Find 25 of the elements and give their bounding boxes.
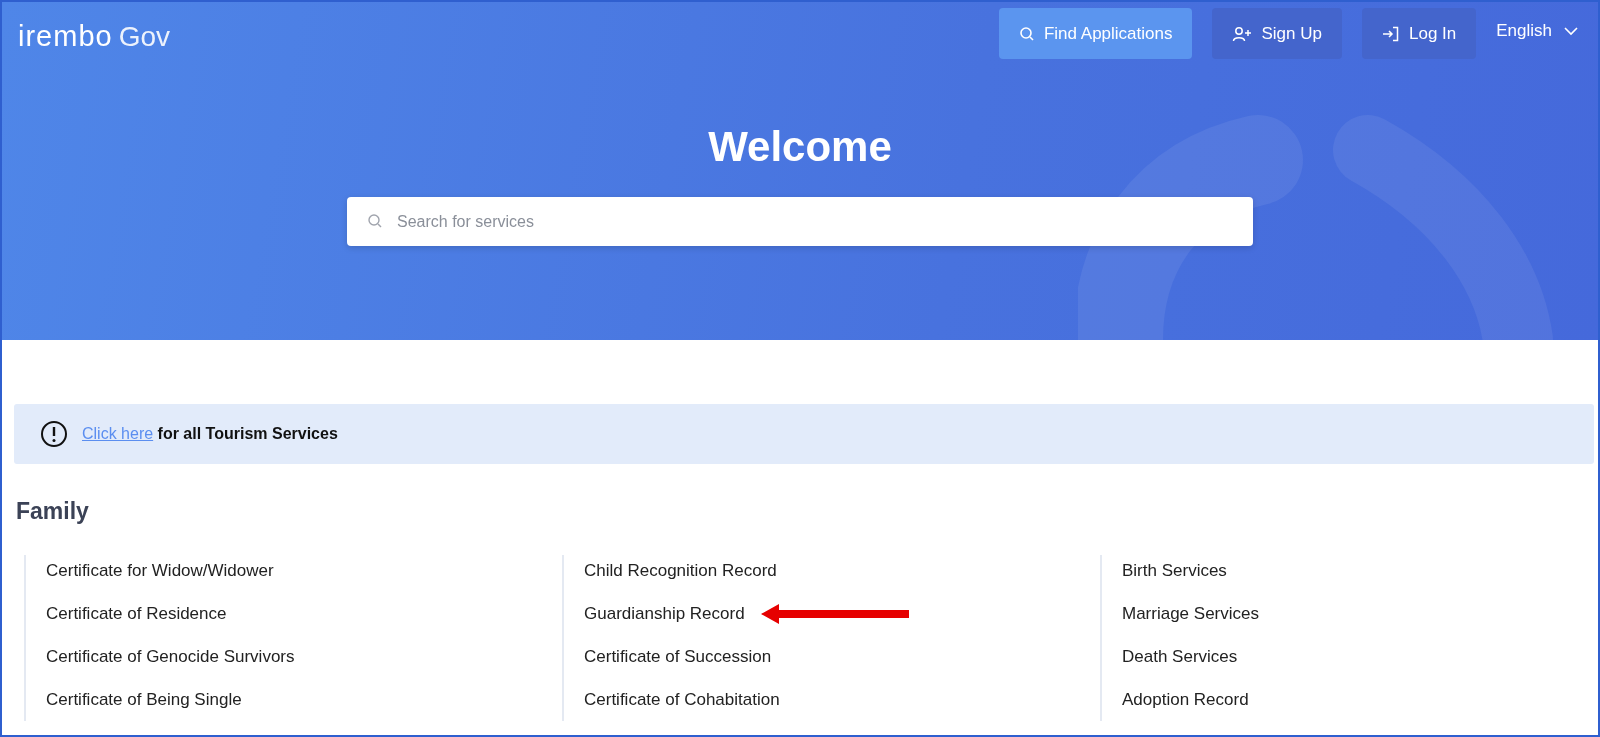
tourism-notice: Click here for all Tourism Services	[82, 425, 338, 443]
service-link[interactable]: Marriage Services	[1122, 603, 1259, 624]
service-link[interactable]: Certificate of Succession	[584, 646, 772, 667]
service-link[interactable]: Adoption Record	[1122, 689, 1249, 710]
exclamation-circle-icon	[40, 420, 68, 448]
irembo-logo[interactable]: irembo Gov	[18, 20, 170, 53]
user-plus-icon	[1232, 25, 1253, 42]
service-link[interactable]: Birth Services	[1122, 560, 1227, 581]
service-link[interactable]: Certificate of Being Single	[46, 689, 242, 710]
log-in-button[interactable]: Log In	[1361, 8, 1477, 59]
login-icon	[1381, 25, 1400, 42]
language-dropdown[interactable]: English	[1496, 8, 1578, 59]
section-title: Family	[16, 498, 90, 525]
service-link[interactable]: Certificate of Genocide Survivors	[46, 646, 295, 667]
service-link[interactable]: Certificate of Residence	[46, 603, 227, 624]
search-icon	[1018, 25, 1035, 42]
sign-up-button[interactable]: Sign Up	[1212, 8, 1342, 59]
search-field[interactable]: Search for services	[347, 197, 1253, 246]
service-link[interactable]: Certificate for Widow/Widower	[46, 560, 274, 581]
service-link[interactable]: Death Services	[1122, 646, 1238, 667]
chevron-down-icon	[1564, 25, 1578, 36]
service-link[interactable]: Guardianship Record	[584, 603, 745, 624]
welcome-title: Welcome	[708, 123, 892, 171]
service-link[interactable]: Child Recognition Record	[584, 560, 777, 581]
service-link[interactable]: Certificate of Cohabitation	[584, 689, 780, 710]
